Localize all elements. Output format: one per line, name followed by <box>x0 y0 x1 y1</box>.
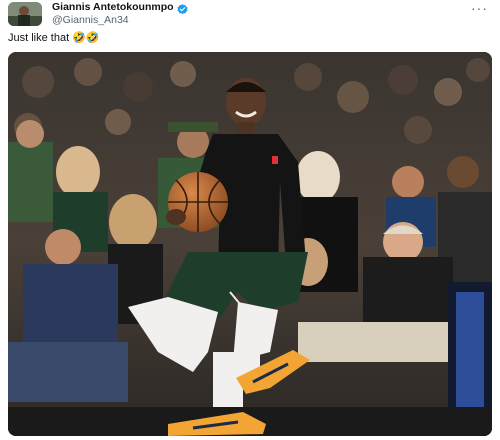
tweet-header: Giannis Antetokounmpo @Giannis_An34 ··· <box>8 0 492 28</box>
tweet-card: Giannis Antetokounmpo @Giannis_An34 ··· … <box>0 0 500 440</box>
author-name[interactable]: Giannis Antetokounmpo <box>52 1 174 14</box>
tweet-text: Just like that 🤣🤣 <box>8 32 100 44</box>
verified-badge-icon <box>176 2 188 15</box>
author-handle[interactable]: @Giannis_An34 <box>52 14 188 27</box>
avatar[interactable] <box>8 2 42 26</box>
more-options-icon[interactable]: ··· <box>471 1 488 15</box>
author-block: Giannis Antetokounmpo @Giannis_An34 <box>52 1 188 27</box>
tweet-photo[interactable] <box>8 52 492 436</box>
